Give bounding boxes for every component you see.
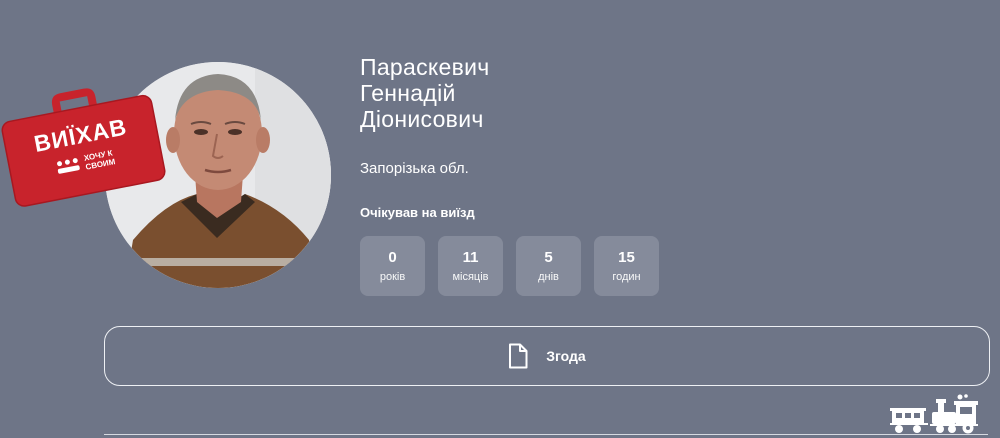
document-icon xyxy=(509,343,528,369)
stat-value: 15 xyxy=(618,248,635,266)
consent-label: Згода xyxy=(546,348,586,364)
person-name: Параскевич Геннадій Діонисович xyxy=(360,54,490,132)
stat-value: 5 xyxy=(544,248,553,266)
waiting-stats: 0 років 11 місяців 5 днів 15 годин xyxy=(360,236,659,296)
region-text: Запорізька обл. xyxy=(360,160,469,177)
stat-value: 11 xyxy=(462,248,479,266)
stat-unit: днів xyxy=(538,270,559,283)
consent-button[interactable]: Згода xyxy=(104,326,990,386)
stat-hours: 15 годин xyxy=(594,236,659,296)
waiting-label: Очікував на виїзд xyxy=(360,205,475,220)
stat-value: 0 xyxy=(388,248,397,266)
bottom-divider xyxy=(104,434,988,435)
patronymic: Діонисович xyxy=(360,106,484,132)
stat-years: 0 років xyxy=(360,236,425,296)
first-name: Геннадій xyxy=(360,80,456,106)
stat-unit: місяців xyxy=(452,270,489,283)
stat-unit: років xyxy=(379,270,406,283)
train-icon xyxy=(890,394,978,434)
stat-unit: годин xyxy=(612,270,641,283)
last-name: Параскевич xyxy=(360,54,490,80)
people-icon xyxy=(57,158,80,174)
stat-months: 11 місяців xyxy=(438,236,503,296)
stat-days: 5 днів xyxy=(516,236,581,296)
